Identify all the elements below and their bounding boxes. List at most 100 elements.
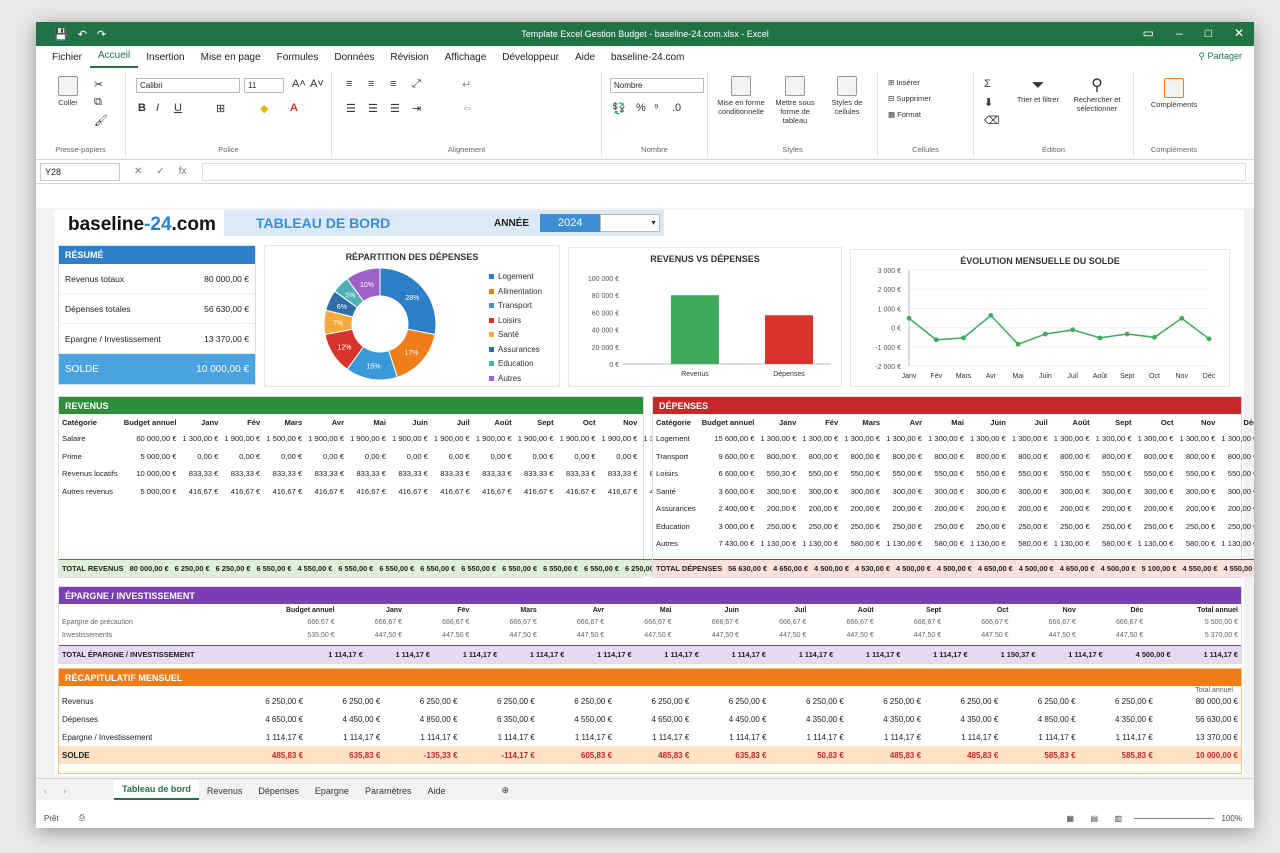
table-cell[interactable]: 4 500,00 € [1098, 560, 1139, 578]
table-cell[interactable]: 416,67 € [599, 483, 641, 501]
table-cell[interactable]: 585,83 € [1079, 746, 1156, 764]
table-cell[interactable]: 1 130,00 € [883, 535, 925, 553]
table-cell[interactable]: 1 900,00 € [389, 430, 431, 448]
underline-icon[interactable]: U [174, 102, 182, 114]
tab-mise-en-page[interactable]: Mise en page [193, 52, 269, 68]
table-cell[interactable]: 300,00 € [1009, 483, 1051, 501]
table-cell[interactable]: 1 300,00 € [1051, 430, 1093, 448]
table-cell[interactable]: 800,00 € [1218, 448, 1254, 466]
table-cell[interactable]: Transport [653, 448, 699, 466]
close-icon[interactable]: ✕ [1234, 26, 1244, 40]
tab-aide[interactable]: Aide [567, 52, 603, 68]
table-cell[interactable]: SOLDE [59, 746, 229, 764]
table-cell[interactable]: 833,33 € [389, 465, 431, 483]
table-cell[interactable]: 6 250,00 € [172, 560, 213, 578]
format-table-button[interactable]: Mettre sous forme de tableau [768, 76, 822, 125]
table-cell[interactable]: 60 000,00 € [121, 430, 180, 448]
table-cell[interactable]: 800,00 € [1135, 448, 1177, 466]
zoom-slider[interactable] [1134, 818, 1214, 819]
table-cell[interactable]: 6 250,00 € [924, 692, 1001, 710]
table-cell[interactable]: 550,00 € [841, 465, 883, 483]
table-cell[interactable]: 250,00 € [1135, 518, 1177, 536]
table-cell[interactable]: 5 000,00 € [121, 448, 180, 466]
table-cell[interactable]: Logement [653, 430, 699, 448]
table-cell[interactable]: 1 900,00 € [557, 430, 599, 448]
thousands-icon[interactable]: ⁹ [654, 102, 659, 114]
table-cell[interactable]: 1 114,17 € [769, 646, 836, 664]
table-cell[interactable]: Epargne / Investissement [59, 728, 229, 746]
table-cell[interactable]: 200,00 € [1009, 500, 1051, 518]
table-cell[interactable]: Revenus [59, 692, 229, 710]
table-cell[interactable]: 4 530,00 € [852, 560, 893, 578]
table-cell[interactable]: 1 130,00 € [757, 535, 799, 553]
accessibility-icon[interactable]: ⎙ [79, 813, 85, 823]
table-cell[interactable]: 1 114,17 € [692, 728, 769, 746]
table-cell[interactable]: 6 550,00 € [458, 560, 499, 578]
table-cell[interactable]: TOTAL REVENUS [59, 560, 127, 578]
table-cell[interactable]: 9 600,00 € [699, 448, 758, 466]
orientation-icon[interactable]: ⤢ [412, 78, 421, 91]
clear-icon[interactable]: ⌫ [984, 114, 1000, 127]
table-cell[interactable]: 447,50 € [877, 629, 944, 642]
table-cell[interactable]: 6 550,00 € [417, 560, 458, 578]
align-middle-icon[interactable]: ≡ [368, 78, 374, 90]
table-cell[interactable]: 447,50 € [540, 629, 607, 642]
table-cell[interactable]: 416,67 € [179, 483, 221, 501]
table-cell[interactable]: 585,83 € [1001, 746, 1078, 764]
table-cell[interactable]: 1 114,17 € [366, 646, 433, 664]
shrink-font-icon[interactable]: A˅ [310, 78, 324, 90]
table-cell[interactable]: 666,67 € [1012, 616, 1079, 629]
table-cell[interactable]: 4 350,00 € [924, 710, 1001, 728]
insert-button[interactable]: ⊞ Insérer [888, 78, 920, 87]
enter-icon[interactable]: ✓ [156, 166, 164, 177]
addins-button[interactable]: Compléments [1142, 78, 1206, 109]
table-cell[interactable]: 56 630,00 € [725, 560, 770, 578]
table-cell[interactable]: 13 370,00 € [1156, 728, 1241, 746]
table-cell[interactable]: 833,33 € [473, 465, 515, 483]
table-cell[interactable]: TOTAL ÉPARGNE / INVESTISSEMENT [59, 646, 289, 664]
table-cell[interactable]: 1 130,00 € [799, 535, 841, 553]
table-cell[interactable]: 1 114,17 € [306, 728, 383, 746]
table-cell[interactable]: 56 630,00 € [1156, 710, 1241, 728]
table-cell[interactable]: 416,67 € [557, 483, 599, 501]
table-cell[interactable]: 1 900,00 € [347, 430, 389, 448]
table-cell[interactable]: Autres [653, 535, 699, 553]
table-cell[interactable]: 800,00 € [841, 448, 883, 466]
conditional-format-button[interactable]: Mise en forme conditionnelle [714, 76, 768, 116]
indent-icon[interactable]: ⇥ [412, 102, 421, 115]
table-cell[interactable]: 800,00 € [1176, 448, 1218, 466]
table-cell[interactable]: Epargne de précaution [59, 616, 215, 629]
table-cell[interactable]: 6 550,00 € [581, 560, 622, 578]
table-cell[interactable]: 550,30 € [757, 465, 799, 483]
table-cell[interactable]: 4 650,00 € [229, 710, 306, 728]
table-cell[interactable]: 80 000,00 € [127, 560, 172, 578]
table-cell[interactable]: 1 300,00 € [1135, 430, 1177, 448]
table-cell[interactable]: 1 300,00 € [799, 430, 841, 448]
table-cell[interactable]: 10 000,00 € [1156, 746, 1241, 764]
table-cell[interactable]: 200,00 € [883, 500, 925, 518]
table-cell[interactable]: 4 650,00 € [975, 560, 1016, 578]
year-dropdown[interactable]: ▾ [600, 214, 661, 232]
table-cell[interactable]: 1 114,17 € [538, 728, 615, 746]
table-cell[interactable]: 250,00 € [841, 518, 883, 536]
sheet-tab-aide[interactable]: Aide [419, 782, 453, 800]
table-cell[interactable]: 4 650,00 € [1057, 560, 1098, 578]
table-cell[interactable]: 447,50 € [944, 629, 1011, 642]
table-cell[interactable]: 666,67 € [227, 616, 338, 629]
table-cell[interactable]: 4 550,00 € [294, 560, 335, 578]
table-cell[interactable]: 6 250,00 € [847, 692, 924, 710]
tab-affichage[interactable]: Affichage [437, 52, 495, 68]
table-cell[interactable]: 200,00 € [1093, 500, 1135, 518]
table-cell[interactable]: 0,00 € [473, 448, 515, 466]
table-cell[interactable]: 6 250,00 € [229, 692, 306, 710]
table-cell[interactable]: 580,00 € [1093, 535, 1135, 553]
copy-icon[interactable]: ⧉ [94, 96, 102, 109]
table-cell[interactable]: 6 550,00 € [540, 560, 581, 578]
table-cell[interactable]: 1 300,00 € [967, 430, 1009, 448]
table-cell[interactable]: 6 350,00 € [461, 710, 538, 728]
fill-icon[interactable]: ⬇ [984, 96, 993, 109]
table-cell[interactable]: 200,00 € [799, 500, 841, 518]
table-cell[interactable]: 6 250,00 € [461, 692, 538, 710]
table-cell[interactable]: 6 250,00 € [538, 692, 615, 710]
table-cell[interactable]: 5 000,00 € [121, 483, 180, 501]
